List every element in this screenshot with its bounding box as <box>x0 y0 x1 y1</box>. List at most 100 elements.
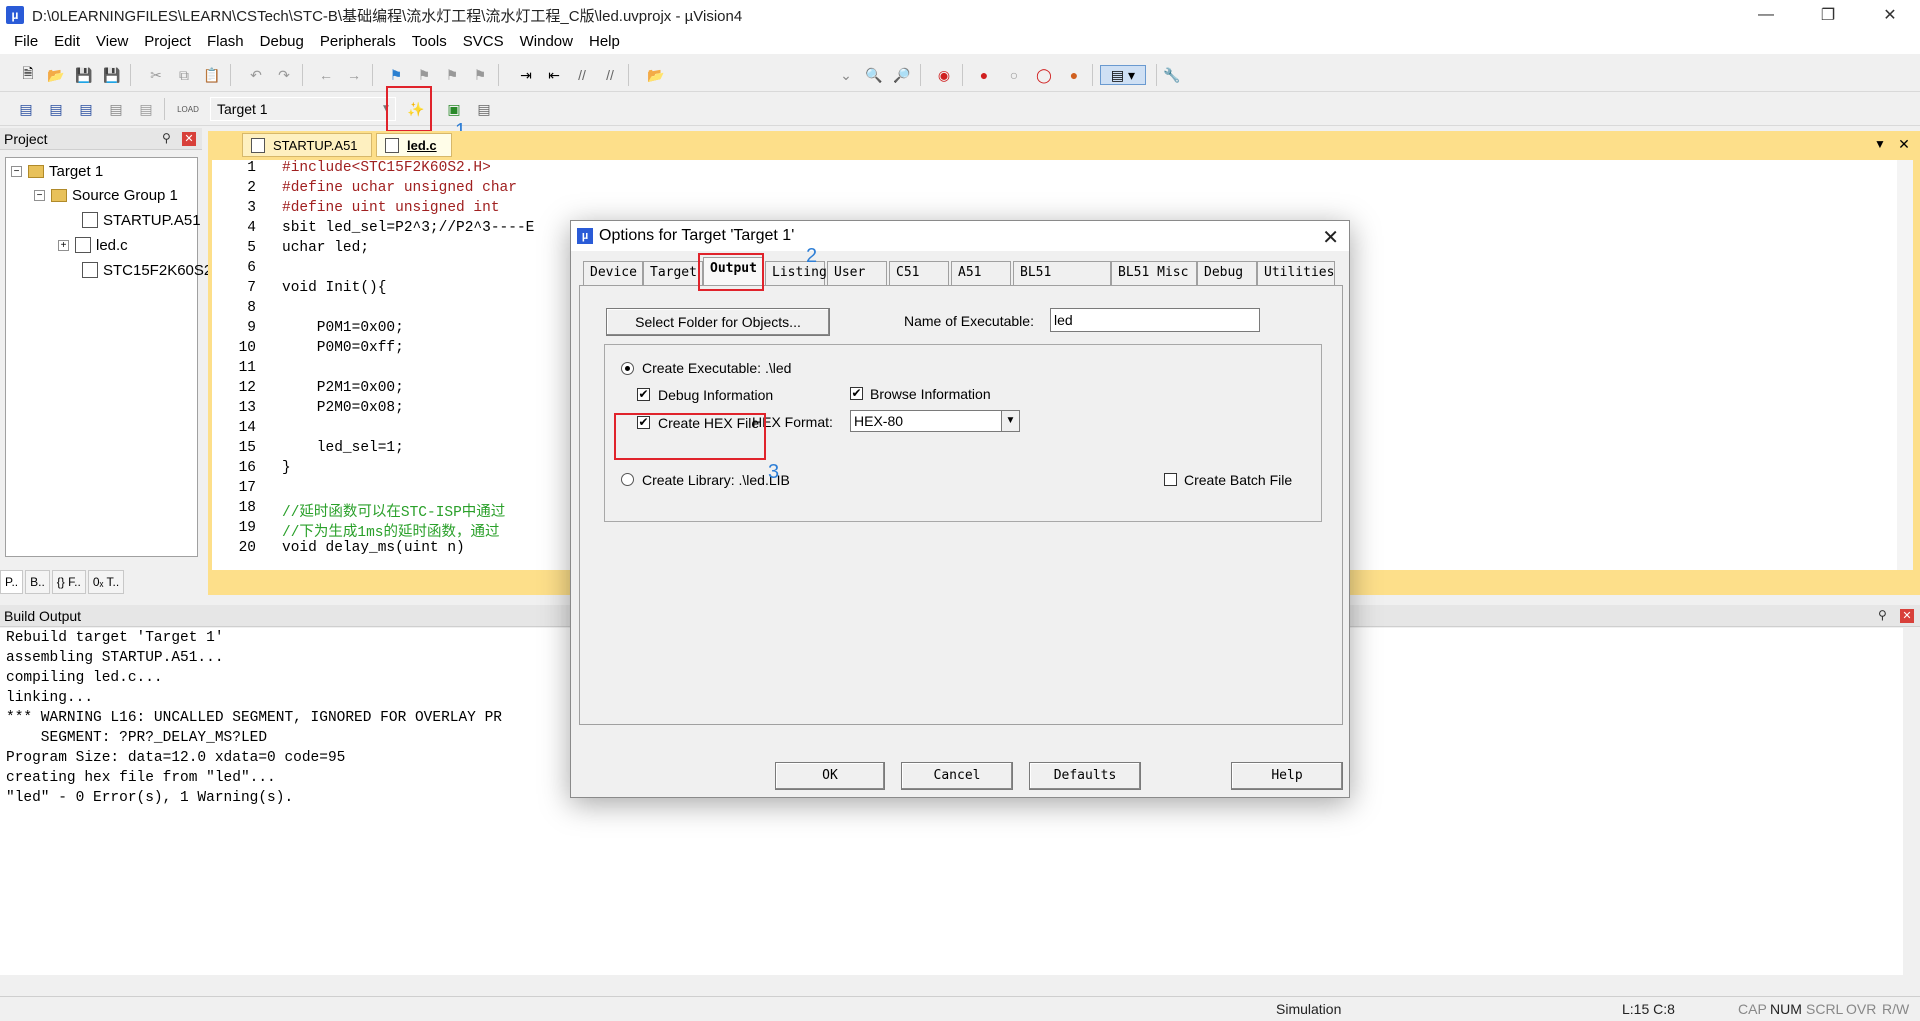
cut-icon[interactable]: ✂ <box>146 65 166 85</box>
disable-all-breakpoints-icon[interactable]: ◯ <box>1034 65 1054 85</box>
incremental-find-icon[interactable]: 🔎 <box>892 65 912 85</box>
build-output-horizontal-scrollbar[interactable] <box>0 975 1903 992</box>
find-in-files-icon[interactable]: 📂 <box>646 65 666 85</box>
tab-project[interactable]: P.. <box>0 570 24 594</box>
tab-templates[interactable]: 0ₓ T.. <box>87 570 125 594</box>
menu-help[interactable]: Help <box>581 30 628 54</box>
save-all-icon[interactable]: 💾 <box>102 65 122 85</box>
menu-edit[interactable]: Edit <box>46 30 88 54</box>
nav-forward-icon[interactable]: → <box>344 65 364 85</box>
copy-icon[interactable]: ⧉ <box>174 65 194 85</box>
pin-icon[interactable]: ⚲ <box>1878 608 1887 622</box>
restore-button[interactable]: ❐ <box>1800 0 1856 30</box>
create-executable-radio[interactable] <box>621 362 634 375</box>
options-for-target-icon[interactable]: ✨ <box>406 99 426 119</box>
open-file-icon[interactable]: 📂 <box>46 65 66 85</box>
menu-peripherals[interactable]: Peripherals <box>312 30 404 54</box>
batch-build-icon[interactable]: ▤ <box>106 99 126 119</box>
menu-debug[interactable]: Debug <box>252 30 312 54</box>
close-panel-icon[interactable]: ✕ <box>1900 609 1914 623</box>
menu-window[interactable]: Window <box>512 30 581 54</box>
minimize-button[interactable]: — <box>1738 0 1794 30</box>
menu-project[interactable]: Project <box>136 30 199 54</box>
name-of-executable-input[interactable]: led <box>1050 308 1260 332</box>
close-icon[interactable]: ✕ <box>1322 225 1339 250</box>
debug-session-icon[interactable]: ◉ <box>934 65 954 85</box>
menu-svcs[interactable]: SVCS <box>455 30 512 54</box>
editor-vertical-scrollbar[interactable] <box>1897 160 1913 570</box>
manage-components-icon[interactable]: ▣ <box>444 99 464 119</box>
comment-icon[interactable]: // <box>572 65 592 85</box>
find-dropdown-icon[interactable]: ⌄ <box>836 65 856 85</box>
select-packs-icon[interactable]: ▤ <box>474 99 494 119</box>
debug-information-checkbox[interactable]: ✔ <box>637 388 650 401</box>
collapse-icon[interactable]: − <box>34 189 45 201</box>
build-icon[interactable]: ▤ <box>46 99 66 119</box>
bookmark-icon[interactable]: ⚑ <box>386 65 406 85</box>
breakpoint-icon[interactable]: ● <box>974 65 994 85</box>
tree-item-led-c[interactable]: + led.c <box>58 234 128 256</box>
tree-item-header[interactable]: STC15F2K60S2.H <box>82 259 227 281</box>
find-icon[interactable]: 🔍 <box>864 65 884 85</box>
tab-user[interactable]: User <box>827 261 887 285</box>
rebuild-icon[interactable]: ▤ <box>76 99 96 119</box>
disable-breakpoint-icon[interactable]: ○ <box>1004 65 1024 85</box>
close-button[interactable]: ✕ <box>1862 0 1918 30</box>
translate-icon[interactable]: ▤ <box>16 99 36 119</box>
create-hex-checkbox[interactable]: ✔ <box>637 416 650 429</box>
unindent-icon[interactable]: ⇤ <box>544 65 564 85</box>
ok-button[interactable]: OK <box>775 762 885 790</box>
load-icon[interactable]: LOAD <box>174 99 202 119</box>
menu-file[interactable]: File <box>6 30 46 54</box>
tab-bl51-locate[interactable]: BL51 Locate <box>1013 261 1111 302</box>
tab-books[interactable]: B.. <box>25 570 50 594</box>
tree-item-target[interactable]: − Target 1 <box>11 160 103 182</box>
window-layout-icon[interactable]: ▤ ▾ <box>1100 65 1146 85</box>
collapse-icon[interactable]: − <box>11 165 22 177</box>
configure-icon[interactable]: 🔧 <box>1162 65 1182 85</box>
prev-bookmark-icon[interactable]: ⚑ <box>414 65 434 85</box>
stop-build-icon[interactable]: ▤ <box>136 99 156 119</box>
close-panel-icon[interactable]: ✕ <box>182 132 196 146</box>
undo-icon[interactable]: ↶ <box>246 65 266 85</box>
menu-flash[interactable]: Flash <box>199 30 252 54</box>
tab-a51[interactable]: A51 <box>951 261 1011 285</box>
cancel-button[interactable]: Cancel <box>901 762 1013 790</box>
defaults-button[interactable]: Defaults <box>1029 762 1141 790</box>
tab-target[interactable]: Target <box>643 261 703 285</box>
tree-item-source-group[interactable]: − Source Group 1 <box>34 184 178 206</box>
tab-startup-a51[interactable]: STARTUP.A51 <box>242 133 372 157</box>
tab-output[interactable]: Output <box>703 257 763 287</box>
hex-format-select[interactable]: HEX-80 ▼ <box>850 410 1020 432</box>
tree-item-startup[interactable]: STARTUP.A51 <box>82 209 201 231</box>
new-file-icon[interactable]: 🗎 <box>18 65 38 85</box>
tab-utilities[interactable]: Utilities <box>1257 261 1335 285</box>
paste-icon[interactable]: 📋 <box>202 65 222 85</box>
tab-dropdown-icon[interactable]: ▼ <box>1870 134 1890 154</box>
redo-icon[interactable]: ↷ <box>274 65 294 85</box>
tab-bl51-misc[interactable]: BL51 Misc <box>1111 261 1197 285</box>
select-folder-button[interactable]: Select Folder for Objects... <box>606 308 830 336</box>
tab-c51[interactable]: C51 <box>889 261 949 285</box>
tab-device[interactable]: Device <box>583 261 643 285</box>
kill-all-breakpoints-icon[interactable]: ● <box>1064 65 1084 85</box>
target-select[interactable]: Target 1 ▼ <box>210 97 396 121</box>
expand-icon[interactable]: + <box>58 239 69 251</box>
menu-view[interactable]: View <box>88 30 136 54</box>
create-batch-checkbox[interactable] <box>1164 473 1177 486</box>
tab-led-c[interactable]: led.c <box>376 133 452 157</box>
nav-back-icon[interactable]: ← <box>316 65 336 85</box>
indent-icon[interactable]: ⇥ <box>516 65 536 85</box>
browse-information-checkbox[interactable]: ✔ <box>850 387 863 400</box>
create-library-radio[interactable] <box>621 473 634 486</box>
close-tab-icon[interactable]: ✕ <box>1894 134 1914 154</box>
tab-functions[interactable]: {} F.. <box>51 570 86 594</box>
uncomment-icon[interactable]: // <box>600 65 620 85</box>
clear-bookmarks-icon[interactable]: ⚑ <box>470 65 490 85</box>
next-bookmark-icon[interactable]: ⚑ <box>442 65 462 85</box>
help-button[interactable]: Help <box>1231 762 1343 790</box>
pin-icon[interactable]: ⚲ <box>162 131 171 145</box>
save-icon[interactable]: 💾 <box>74 65 94 85</box>
tab-debug[interactable]: Debug <box>1197 261 1257 285</box>
menu-tools[interactable]: Tools <box>404 30 455 54</box>
